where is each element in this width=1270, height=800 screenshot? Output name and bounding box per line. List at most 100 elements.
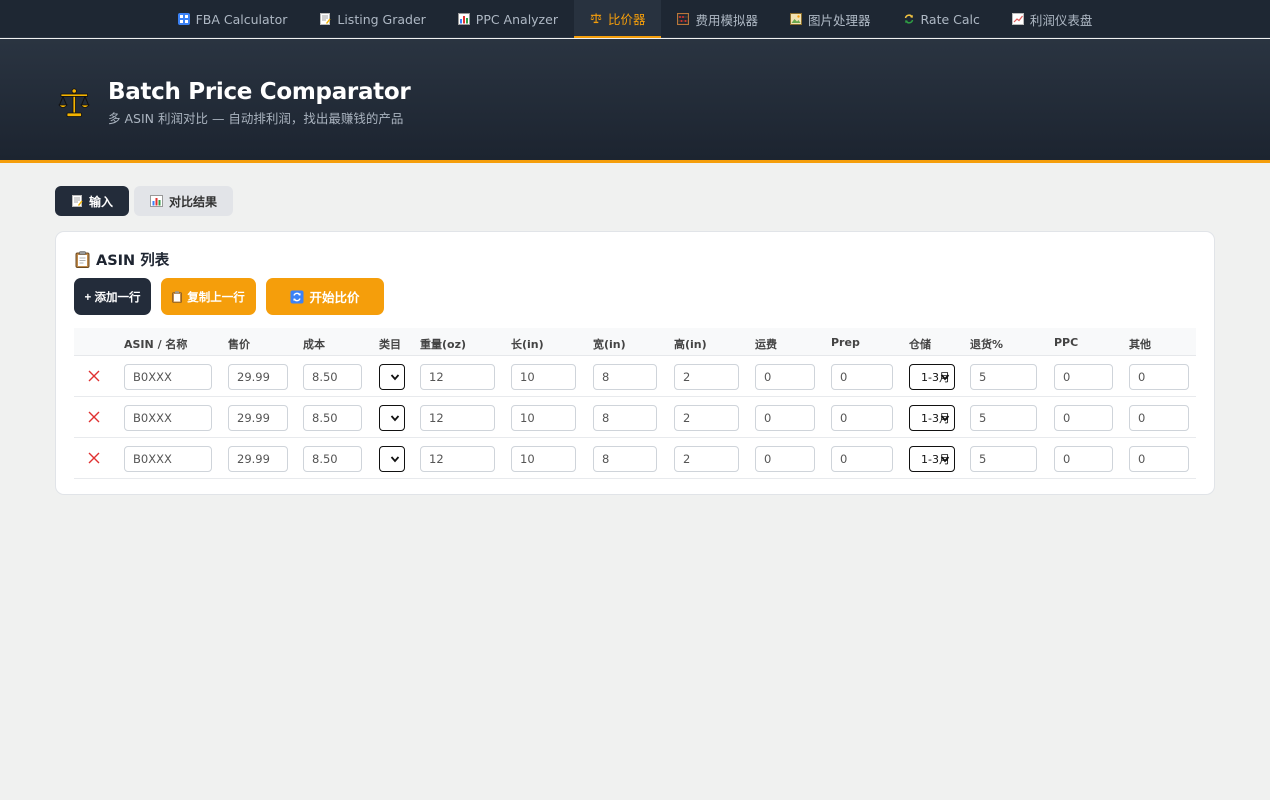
height-input[interactable]: 2: [674, 405, 739, 431]
cost-input[interactable]: 8.50: [303, 446, 362, 472]
clipboard-icon: [172, 290, 183, 303]
table-row: B0XXX 29.99 8.50 12 10 8 2 0 0 1-3月 5 0 0: [74, 397, 1196, 438]
asin-input[interactable]: B0XXX: [124, 446, 212, 472]
table-row: B0XXX 29.99 8.50 12 10 8 2 0 0 1-3月 5 0 0: [74, 356, 1196, 397]
other-input[interactable]: 0: [1129, 446, 1189, 472]
memo-icon: [319, 13, 331, 25]
weight-input[interactable]: 12: [420, 405, 495, 431]
other-input[interactable]: 0: [1129, 364, 1189, 390]
category-select[interactable]: [379, 446, 405, 472]
nav-item-4[interactable]: 费用模拟器: [661, 0, 774, 38]
nav-item-2[interactable]: PPC Analyzer: [442, 0, 574, 38]
nav-item-label: FBA Calculator: [195, 11, 288, 27]
chevron-down-icon: [940, 456, 950, 463]
table-header: ASIN / 名称 售价 成本 类目 重量(oz) 长(in) 宽(in) 高(in) 运费 Pr…: [74, 328, 1196, 356]
page-header: Batch Price Comparator 多 ASIN 利润对比 — 自动排…: [0, 39, 1270, 163]
column-header-other: 其他: [1129, 338, 1151, 351]
storage-select[interactable]: 1-3月: [909, 446, 955, 472]
height-input[interactable]: 2: [674, 446, 739, 472]
column-header-return-pct: 退货%: [970, 338, 1004, 351]
shipping-input[interactable]: 0: [755, 364, 815, 390]
tab-input[interactable]: 输入: [55, 186, 130, 216]
width-input[interactable]: 8: [593, 405, 657, 431]
copy-row-label: 复制上一行: [187, 291, 245, 304]
top-nav: FBA Calculator Listing Grader PPC Analyzer…: [0, 0, 1270, 38]
ppc-input[interactable]: 0: [1054, 405, 1113, 431]
weight-input[interactable]: 12: [420, 446, 495, 472]
return-pct-input[interactable]: 5: [970, 364, 1037, 390]
column-header-storage: 仓储: [909, 338, 931, 351]
length-input[interactable]: 10: [511, 364, 576, 390]
nav-item-0[interactable]: FBA Calculator: [162, 0, 304, 38]
page-title: Batch Price Comparator: [108, 79, 411, 105]
price-input[interactable]: 29.99: [228, 446, 288, 472]
delete-row-icon[interactable]: [86, 409, 102, 425]
asin-input[interactable]: B0XXX: [124, 364, 212, 390]
table-body: B0XXX 29.99 8.50 12 10 8 2 0 0 1-3月 5 0 0 B0XXX 29.99 8…: [74, 356, 1196, 479]
chart-up-icon: [1011, 13, 1024, 25]
delete-row-icon[interactable]: [86, 450, 102, 466]
cost-input[interactable]: 8.50: [303, 364, 362, 390]
start-compare-button[interactable]: 开始比价: [266, 278, 384, 315]
nav-item-7[interactable]: 利润仪表盘: [996, 0, 1109, 38]
prep-input[interactable]: 0: [831, 405, 893, 431]
nav-item-5[interactable]: 图片处理器: [774, 0, 887, 38]
column-header-category: 类目: [379, 338, 401, 351]
category-select[interactable]: [379, 364, 405, 390]
refresh-icon: [290, 290, 304, 303]
storage-select[interactable]: 1-3月: [909, 405, 955, 431]
tab-results[interactable]: 对比结果: [134, 186, 234, 216]
chevron-down-icon: [390, 374, 400, 381]
memo-icon: [72, 195, 83, 207]
page-subtitle: 多 ASIN 利润对比 — 自动排利润，找出最赚钱的产品: [108, 111, 404, 126]
return-pct-input[interactable]: 5: [970, 405, 1037, 431]
nav-item-1[interactable]: Listing Grader: [303, 0, 441, 38]
storage-select[interactable]: 1-3月: [909, 364, 955, 390]
bar-chart-icon: [457, 13, 470, 25]
scales-icon: [58, 88, 90, 117]
action-buttons: + 添加一行 复制上一行 开始比价: [74, 278, 384, 315]
prep-input[interactable]: 0: [831, 446, 893, 472]
column-header-ppc: PPC: [1054, 336, 1079, 349]
abacus-icon: [677, 13, 690, 25]
column-header-shipping: 运费: [755, 338, 777, 351]
card-title-label: ASIN 列表: [96, 253, 170, 269]
asin-input[interactable]: B0XXX: [124, 405, 212, 431]
calculator-icon: [177, 13, 190, 25]
bar-chart-icon: [150, 195, 164, 207]
weight-input[interactable]: 12: [420, 364, 495, 390]
table-row: B0XXX 29.99 8.50 12 10 8 2 0 0 1-3月 5 0 0: [74, 438, 1196, 479]
column-header-prep: Prep: [831, 336, 860, 349]
chevron-down-icon: [390, 456, 400, 463]
shipping-input[interactable]: 0: [755, 446, 815, 472]
nav-item-3[interactable]: 比价器: [573, 0, 662, 38]
asin-list-card: ASIN 列表 + 添加一行 复制上一行 开始比价 ASIN / 名称 售价 成本 类…: [55, 231, 1215, 495]
add-row-button[interactable]: + 添加一行: [74, 278, 151, 315]
height-input[interactable]: 2: [674, 364, 739, 390]
nav-item-6[interactable]: Rate Calc: [887, 0, 996, 38]
shipping-input[interactable]: 0: [755, 405, 815, 431]
category-select[interactable]: [379, 405, 405, 431]
price-input[interactable]: 29.99: [228, 364, 288, 390]
nav-item-label: 利润仪表盘: [1029, 12, 1093, 28]
width-input[interactable]: 8: [593, 364, 657, 390]
cost-input[interactable]: 8.50: [303, 405, 362, 431]
width-input[interactable]: 8: [593, 446, 657, 472]
clipboard-icon: [75, 251, 90, 268]
prep-input[interactable]: 0: [831, 364, 893, 390]
length-input[interactable]: 10: [511, 446, 576, 472]
nav-item-label: 比价器: [607, 11, 646, 27]
ppc-input[interactable]: 0: [1054, 364, 1113, 390]
price-input[interactable]: 29.99: [228, 405, 288, 431]
other-input[interactable]: 0: [1129, 405, 1189, 431]
nav-item-label: 图片处理器: [807, 12, 871, 28]
return-pct-input[interactable]: 5: [970, 446, 1037, 472]
delete-row-icon[interactable]: [86, 368, 102, 384]
length-input[interactable]: 10: [511, 405, 576, 431]
tab-results-label: 对比结果: [169, 194, 218, 209]
ppc-input[interactable]: 0: [1054, 446, 1113, 472]
tab-input-label: 输入: [89, 194, 114, 209]
copy-row-button[interactable]: 复制上一行: [161, 278, 256, 315]
start-compare-label: 开始比价: [309, 291, 360, 305]
column-header-length: 长(in): [511, 338, 544, 351]
